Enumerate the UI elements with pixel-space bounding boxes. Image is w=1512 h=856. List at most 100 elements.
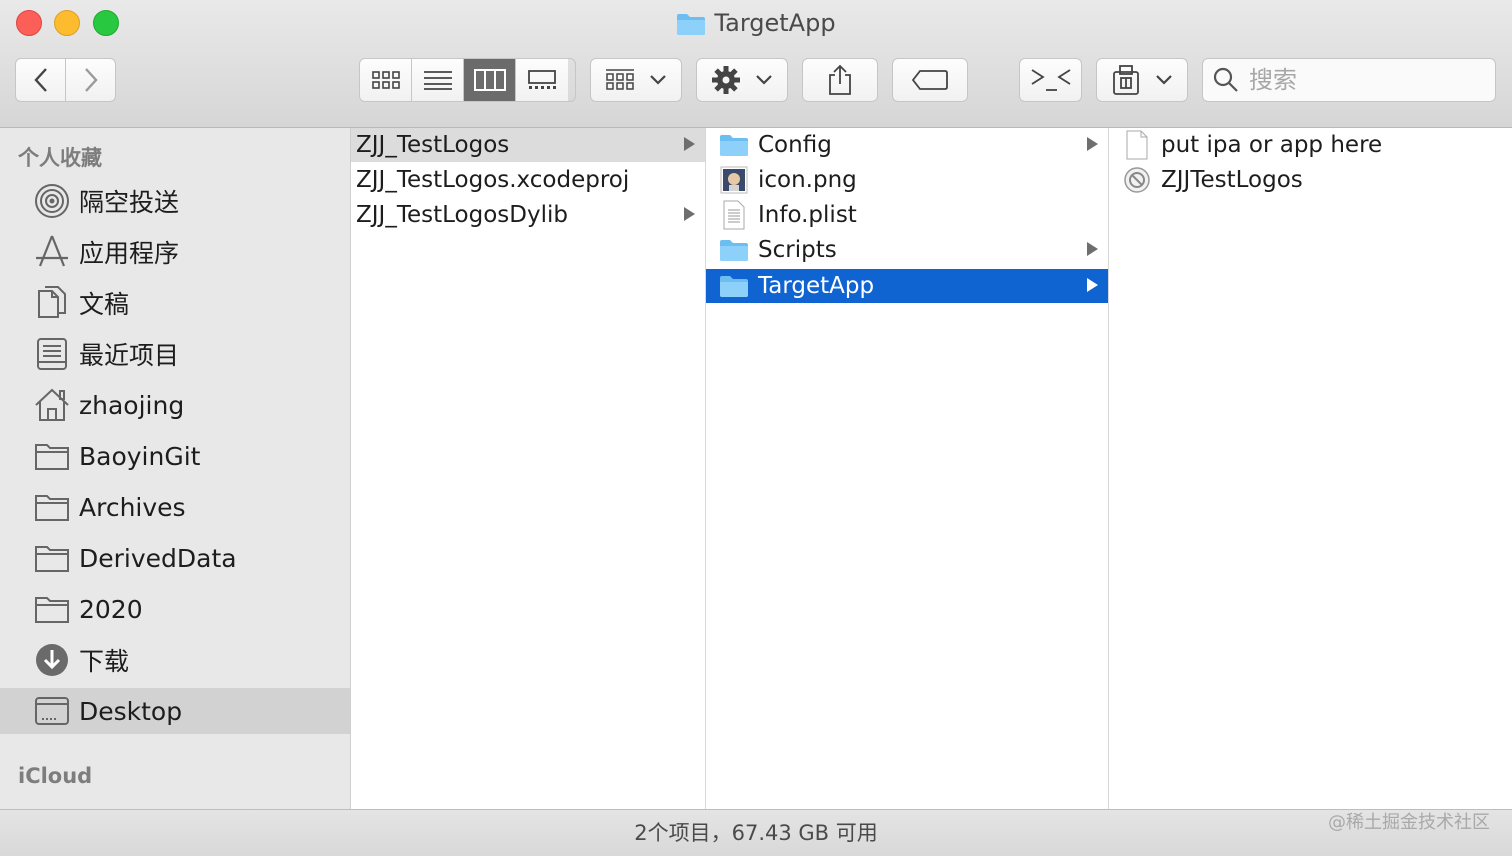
disclosure-arrow-icon bbox=[1087, 242, 1098, 256]
item-name: Info.plist bbox=[758, 202, 857, 228]
status-bar: 2个项目，67.43 GB 可用 bbox=[0, 809, 1512, 856]
sidebar-item-documents[interactable]: 文稿 bbox=[0, 280, 350, 326]
item-name: ZJJ_TestLogos.xcodeproj bbox=[356, 167, 630, 193]
item-name: ZJJ_TestLogos bbox=[356, 132, 510, 158]
sidebar-header-favorites: 个人收藏 bbox=[18, 146, 102, 170]
app-extension-icon bbox=[1113, 65, 1139, 95]
sidebar-item-archives[interactable]: Archives bbox=[0, 484, 350, 530]
folder-icon bbox=[718, 271, 750, 301]
list-item[interactable]: ZJJ_TestLogosDylib bbox=[351, 198, 705, 232]
search-field[interactable] bbox=[1202, 58, 1496, 102]
chevron-left-icon bbox=[33, 68, 47, 92]
action-menu-button[interactable] bbox=[696, 58, 788, 102]
folder-icon bbox=[34, 591, 70, 627]
sidebar-item-label: 应用程序 bbox=[79, 239, 180, 268]
column-1: ZJJ_TestLogos ZJJ_TestLogos.xcodeproj ZJ… bbox=[351, 128, 706, 809]
sidebar-item-label: Archives bbox=[79, 492, 186, 522]
list-item[interactable]: put ipa or app here bbox=[1109, 128, 1512, 162]
sidebar-item-applications[interactable]: 应用程序 bbox=[0, 229, 350, 275]
columns-icon bbox=[473, 69, 506, 91]
folder-icon bbox=[718, 235, 750, 265]
list-item[interactable]: ZJJTestLogos bbox=[1109, 163, 1512, 197]
disclosure-arrow-icon bbox=[1087, 137, 1098, 151]
chevron-down-icon bbox=[1156, 75, 1172, 85]
disclosure-arrow-icon bbox=[684, 207, 695, 221]
sidebar-item-label: 最近项目 bbox=[79, 341, 180, 370]
search-icon bbox=[1213, 67, 1238, 92]
list-view-button[interactable] bbox=[412, 59, 464, 101]
sidebar-header-icloud: iCloud bbox=[18, 764, 93, 788]
status-text: 2个项目，67.43 GB 可用 bbox=[634, 821, 878, 845]
tag-icon bbox=[911, 70, 948, 90]
sidebar-item-deriveddata[interactable]: DerivedData bbox=[0, 535, 350, 581]
home-icon bbox=[34, 387, 70, 423]
toolbar: TargetApp bbox=[0, 0, 1512, 128]
sidebar-item-baoyingit[interactable]: BaoyinGit bbox=[0, 433, 350, 479]
gear-icon bbox=[712, 66, 740, 94]
sidebar-item-label: zhaojing bbox=[79, 390, 185, 420]
sidebar-item-recents[interactable]: 最近项目 bbox=[0, 331, 350, 377]
sidebar-item-label: 下载 bbox=[79, 647, 130, 676]
sidebar-item-label: 文稿 bbox=[79, 290, 130, 319]
sidebar-item-2020[interactable]: 2020 bbox=[0, 586, 350, 632]
item-name: icon.png bbox=[758, 167, 857, 193]
view-mode-segmented bbox=[359, 58, 576, 102]
blocked-app-icon bbox=[1121, 165, 1153, 195]
downloads-icon bbox=[34, 642, 70, 678]
chevron-right-icon bbox=[84, 68, 98, 92]
recents-icon bbox=[34, 336, 70, 372]
folder-icon bbox=[676, 11, 706, 45]
disclosure-arrow-icon bbox=[684, 137, 695, 151]
extension-menu-button[interactable] bbox=[1096, 58, 1188, 102]
item-name: ZJJ_TestLogosDylib bbox=[356, 202, 568, 228]
sidebar-item-airdrop[interactable]: 隔空投送 bbox=[0, 178, 350, 224]
folder-icon bbox=[718, 130, 750, 160]
sidebar-item-desktop[interactable]: Desktop bbox=[0, 688, 350, 734]
list-icon bbox=[423, 71, 452, 90]
forward-button[interactable] bbox=[65, 58, 116, 102]
column-view-button[interactable] bbox=[464, 59, 516, 101]
airdrop-icon bbox=[34, 183, 70, 219]
share-button[interactable] bbox=[802, 58, 878, 102]
list-item[interactable]: Scripts bbox=[706, 233, 1108, 267]
sidebar-item-label: 隔空投送 bbox=[79, 188, 180, 217]
item-name: Scripts bbox=[758, 237, 837, 263]
column-2: Config icon.png Info.plist Scripts Targe… bbox=[706, 128, 1109, 809]
chevron-down-icon bbox=[756, 75, 772, 85]
search-input[interactable] bbox=[1247, 65, 1491, 95]
list-item[interactable]: TargetApp bbox=[706, 269, 1108, 303]
finder-window: TargetApp 搜索 个人收藏 隔空投送 应用程序 文稿 最近项目 zhao… bbox=[0, 0, 1512, 856]
icon-grid-icon bbox=[371, 71, 400, 89]
folder-icon bbox=[34, 438, 70, 474]
column-3: put ipa or app here ZJJTestLogos bbox=[1109, 128, 1512, 809]
terminal-button[interactable] bbox=[1019, 58, 1082, 102]
sidebar-item-label: Desktop bbox=[79, 696, 183, 726]
list-item[interactable]: Config bbox=[706, 128, 1108, 162]
list-item[interactable]: ZJJ_TestLogos.xcodeproj bbox=[351, 163, 705, 197]
sidebar-item-label: 2020 bbox=[79, 594, 143, 624]
applications-icon bbox=[34, 234, 70, 270]
blank-file-icon bbox=[1121, 130, 1153, 160]
watermark: @稀土掘金技术社区 bbox=[1328, 812, 1490, 833]
list-item[interactable]: Info.plist bbox=[706, 198, 1108, 232]
image-file-icon bbox=[718, 165, 750, 195]
group-by-button[interactable] bbox=[590, 58, 682, 102]
back-button[interactable] bbox=[15, 58, 66, 102]
chevron-down-icon bbox=[650, 75, 666, 85]
sidebar-item-label: DerivedData bbox=[79, 543, 237, 573]
item-name: put ipa or app here bbox=[1161, 132, 1383, 158]
tag-button[interactable] bbox=[892, 58, 968, 102]
list-item[interactable]: ZJJ_TestLogos bbox=[351, 128, 705, 162]
item-name: TargetApp bbox=[758, 273, 875, 299]
sidebar-item-home[interactable]: zhaojing bbox=[0, 382, 350, 428]
disclosure-arrow-icon bbox=[1087, 278, 1098, 292]
list-item[interactable]: icon.png bbox=[706, 163, 1108, 197]
sidebar-item-label: BaoyinGit bbox=[79, 441, 201, 471]
icon-view-button[interactable] bbox=[360, 59, 412, 101]
folder-icon bbox=[34, 489, 70, 525]
sidebar-item-downloads[interactable]: 下载 bbox=[0, 637, 350, 683]
gallery-view-button[interactable] bbox=[516, 59, 568, 101]
sidebar: 个人收藏 隔空投送 应用程序 文稿 最近项目 zhaojing BaoyinGi… bbox=[0, 128, 351, 809]
item-name: Config bbox=[758, 132, 832, 158]
group-grid-icon bbox=[606, 69, 634, 90]
